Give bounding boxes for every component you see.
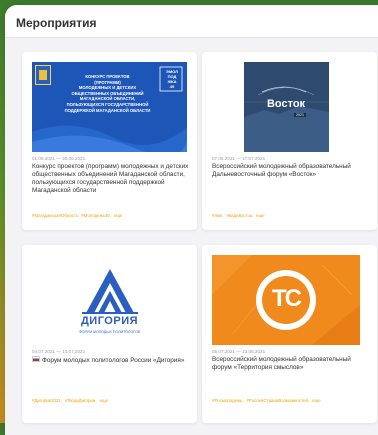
badge-line: 49 xyxy=(169,84,175,89)
panel-header: Мероприятия xyxy=(5,5,378,38)
more-tags-link[interactable]: еще xyxy=(312,398,320,403)
tag-link[interactable]: #Молодежь49, xyxy=(81,213,111,218)
event-dates: 01.06.2021 — 30.06.2021 xyxy=(32,156,86,161)
banner-line: ПОДДЕРЖКОЙ МАГАДАНСКОЙ ОБЛАСТИ xyxy=(64,107,151,113)
event-image-3[interactable]: ДИГОРИЯ ФОРУМ МОЛОДЫХ ПОЛИТОЛОГОВ xyxy=(32,255,187,345)
event-title[interactable]: Всероссийский молодежный образовательный… xyxy=(212,356,369,372)
event-card-2[interactable]: Восток 2021 07.06.2021 — 17.07.2021 Всер… xyxy=(202,52,377,230)
event-image-2[interactable]: Восток 2021 xyxy=(244,62,329,152)
page-title: Мероприятия xyxy=(16,16,97,30)
event-card-3[interactable]: ДИГОРИЯ ФОРУМ МОЛОДЫХ ПОЛИТОЛОГОВ 04.07.… xyxy=(22,245,197,423)
event-card-1[interactable]: ЭМОЛ ПОД ЖКА 49 КОНКУРС ПРОЕКТОВ (ПРОГРА… xyxy=(22,52,197,230)
event-tags: #ямп, #вадивосток, еще xyxy=(212,213,268,218)
badge-text: ЭМОЛ ПОД ЖКА 49 xyxy=(162,69,182,89)
tag-link[interactable]: #ЛюдиДигории, xyxy=(65,398,96,403)
event-image-4[interactable]: ТС xyxy=(212,255,360,345)
event-title[interactable]: Всероссийский молодежный образовательный… xyxy=(212,163,369,179)
event-title-row: Форум молодых политологов России «Дигори… xyxy=(32,356,189,365)
tag-link[interactable]: #Дигория2021, xyxy=(32,398,62,403)
tag-link[interactable]: #вадивосток, xyxy=(226,213,253,218)
event-title[interactable]: Форум молодых политологов России «Дигори… xyxy=(42,357,184,364)
event-image-1[interactable]: ЭМОЛ ПОД ЖКА 49 КОНКУРС ПРОЕКТОВ (ПРОГРА… xyxy=(32,62,187,152)
event-tags: #Дигория2021, #ЛюдиДигории, еще xyxy=(32,398,111,403)
events-panel: Мероприятия ЭМОЛ ПОД ЖКА 49 КОНКУРС ПРОЕ… xyxy=(5,5,378,435)
event-dates: 05.07.2021 — 13.08.2021 xyxy=(212,349,266,354)
flag-icon xyxy=(32,356,40,362)
event-dates: 04.07.2021 — 10.07.2021 xyxy=(32,349,86,354)
ts-logo-text: ТС xyxy=(272,285,302,312)
tag-link[interactable]: #ямп, xyxy=(212,213,223,218)
event-title[interactable]: Конкурс проектов (программ) молодежных и… xyxy=(32,163,189,195)
more-tags-link[interactable]: еще xyxy=(256,213,264,218)
event-tags: #МагаданскаяОбласть #Молодежь49, еще xyxy=(32,213,125,218)
event-tags: #Росмолодежь, #РоссияСтранаВозможностей, е… xyxy=(212,398,324,403)
more-tags-link[interactable]: еще xyxy=(114,213,122,218)
vostok-year: 2021 xyxy=(294,113,306,117)
event-card-4[interactable]: ТС 05.07.2021 — 13.08.2021 Всероссийский… xyxy=(202,245,377,423)
banner-line: ПОЛЬЗУЮЩИХСЯ ГОСУДАРСТВЕННОЙ xyxy=(66,101,149,107)
tag-link[interactable]: #МагаданскаяОбласть xyxy=(32,213,78,218)
vostok-logo-text: Восток xyxy=(266,98,306,110)
digoria-logo-text: ДИГОРИЯ xyxy=(80,315,139,327)
event-dates: 07.06.2021 — 17.07.2021 xyxy=(212,156,266,161)
more-tags-link[interactable]: еще xyxy=(100,398,108,403)
tag-link[interactable]: #РоссияСтранаВозможностей, xyxy=(247,398,310,403)
banner-text: КОНКУРС ПРОЕКТОВ (ПРОГРАММ) МОЛОДЕЖНЫХ И… xyxy=(50,74,165,113)
tag-link[interactable]: #Росмолодежь, xyxy=(212,398,244,403)
digoria-subtitle: ФОРУМ МОЛОДЫХ ПОЛИТОЛОГОВ xyxy=(78,330,141,334)
